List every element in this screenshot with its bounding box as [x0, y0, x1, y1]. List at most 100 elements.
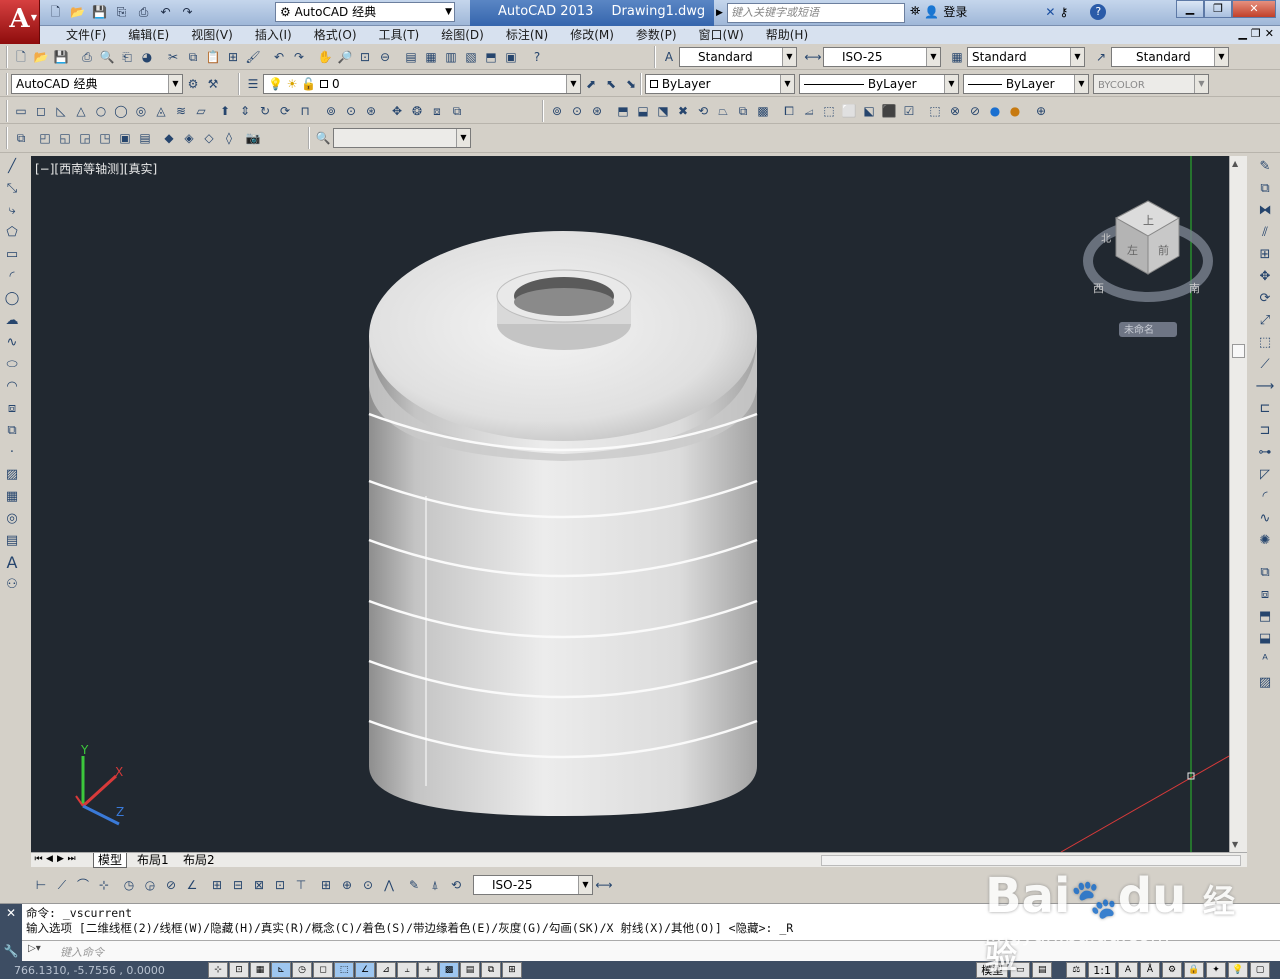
- workspace-settings-icon[interactable]: ⚙: [183, 74, 203, 94]
- 3d-rotate-icon[interactable]: ❂: [407, 101, 427, 121]
- help-icon[interactable]: ?: [527, 47, 547, 67]
- menu-view[interactable]: 视图(V): [180, 26, 244, 44]
- menu-format[interactable]: 格式(O): [303, 26, 368, 44]
- cylinder-icon[interactable]: ◯: [111, 101, 131, 121]
- break-at-point-icon[interactable]: ⊏: [1254, 398, 1276, 420]
- bring-above-icon[interactable]: ⬒: [1254, 606, 1276, 628]
- sheet-set-icon[interactable]: ▧: [461, 47, 481, 67]
- arc-icon[interactable]: ◜: [1, 266, 23, 288]
- check-icon[interactable]: ☑: [899, 101, 919, 121]
- pyramid-icon[interactable]: ◬: [151, 101, 171, 121]
- save-icon[interactable]: 💾: [51, 47, 71, 67]
- intersect-edit-icon[interactable]: ⊛: [587, 101, 607, 121]
- menu-dimension[interactable]: 标注(N): [495, 26, 559, 44]
- auto-scale-icon[interactable]: Å: [1140, 962, 1160, 978]
- open-icon[interactable]: 📂: [31, 47, 51, 67]
- workspace-switch-icon[interactable]: ⚙: [1162, 962, 1182, 978]
- selection-cycling-button[interactable]: ⧉: [481, 962, 501, 978]
- erase-icon[interactable]: ✎: [1254, 156, 1276, 178]
- color-edges-icon[interactable]: ⧡: [799, 101, 819, 121]
- ellipse-icon[interactable]: ⬭: [1, 354, 23, 376]
- clean-icon[interactable]: ⬜: [839, 101, 859, 121]
- redo-icon[interactable]: ↷: [289, 47, 309, 67]
- annotation-scale[interactable]: 1:1: [1088, 962, 1116, 978]
- menu-draw[interactable]: 绘图(D): [430, 26, 495, 44]
- multiline-text-icon[interactable]: A: [1, 552, 23, 574]
- text-style-select[interactable]: Standard ▼: [679, 47, 797, 67]
- transparency-button[interactable]: ▩: [439, 962, 459, 978]
- sw-iso-icon[interactable]: ◆: [159, 128, 179, 148]
- binoculars-icon[interactable]: ⛯: [910, 4, 920, 19]
- region-icon[interactable]: ◎: [1, 508, 23, 530]
- box-icon[interactable]: ◻: [31, 101, 51, 121]
- draw-order-front-icon[interactable]: ⧉: [1254, 562, 1276, 584]
- scrollbar-thumb[interactable]: [1232, 344, 1245, 358]
- 3d-print-icon[interactable]: ◕: [137, 47, 157, 67]
- new-icon[interactable]: 🗋: [11, 47, 31, 67]
- array-icon[interactable]: ⊞: [1254, 244, 1276, 266]
- bottom-view-icon[interactable]: ◱: [55, 128, 75, 148]
- user-icon[interactable]: 👤: [924, 5, 939, 19]
- hatch-icon[interactable]: ▨: [1, 464, 23, 486]
- visual-style-hidden-icon[interactable]: ⊘: [965, 101, 985, 121]
- arc-length-icon[interactable]: ⌒: [73, 875, 93, 895]
- tank-solid[interactable]: [368, 231, 758, 816]
- lock-ui-icon[interactable]: 🔒: [1184, 962, 1204, 978]
- viewcube-top-label[interactable]: 上: [1143, 214, 1154, 227]
- make-block-icon[interactable]: ⧉: [1, 420, 23, 442]
- search-input[interactable]: 键入关键字或短语: [727, 3, 905, 23]
- copy-edges-icon[interactable]: ⧠: [779, 101, 799, 121]
- break-icon[interactable]: ⊐: [1254, 420, 1276, 442]
- union-icon[interactable]: ⊚: [321, 101, 341, 121]
- planar-surface-icon[interactable]: ▱: [191, 101, 211, 121]
- workspace-select[interactable]: ⚙ AutoCAD 经典 ▼: [275, 2, 455, 22]
- viewcube-left-label[interactable]: 左: [1127, 244, 1138, 257]
- color-faces-icon[interactable]: ▩: [753, 101, 773, 121]
- table-style-icon[interactable]: ▦: [947, 47, 967, 67]
- annotation-monitor-button[interactable]: ⊞: [502, 962, 522, 978]
- spline-icon[interactable]: ∿: [1, 332, 23, 354]
- layer-select[interactable]: 💡 ☀ 🔓 0 ▼: [263, 74, 581, 94]
- back-view-icon[interactable]: ▤: [135, 128, 155, 148]
- 3d-move-icon[interactable]: ✥: [387, 101, 407, 121]
- tool-palettes-icon[interactable]: ▥: [441, 47, 461, 67]
- named-view-select[interactable]: ▼: [333, 128, 471, 148]
- presspull-icon[interactable]: ⇕: [235, 101, 255, 121]
- line-icon[interactable]: ╱: [1, 156, 23, 178]
- point-icon[interactable]: ·: [1, 442, 23, 464]
- copy-faces-icon[interactable]: ⧉: [733, 101, 753, 121]
- customize-icon[interactable]: ⚒: [203, 74, 223, 94]
- revolve-icon[interactable]: ⟳: [275, 101, 295, 121]
- polysolid-icon[interactable]: ▭: [11, 101, 31, 121]
- dim-text-edit-icon[interactable]: ⍋: [425, 875, 445, 895]
- offset-faces-icon[interactable]: ⬔: [653, 101, 673, 121]
- object-snap-tracking-button[interactable]: ∠: [355, 962, 375, 978]
- visual-style-2d-icon[interactable]: ⬚: [925, 101, 945, 121]
- allow-dynamic-ucs-button[interactable]: ⊿: [376, 962, 396, 978]
- camera-icon[interactable]: 📷: [243, 128, 263, 148]
- send-under-icon[interactable]: ⬓: [1254, 628, 1276, 650]
- customize-command-icon[interactable]: 🔧: [0, 942, 22, 960]
- tab-layout2[interactable]: 布局2: [179, 853, 219, 868]
- restore-button[interactable]: ❐: [1204, 0, 1232, 18]
- undo-icon[interactable]: ↶: [269, 47, 289, 67]
- menu-file[interactable]: 文件(F): [55, 26, 117, 44]
- center-mark-icon[interactable]: ⊕: [337, 875, 357, 895]
- save-icon[interactable]: 💾: [90, 3, 109, 22]
- dim-space-icon[interactable]: ⊡: [270, 875, 290, 895]
- tab-model[interactable]: 模型: [93, 853, 128, 868]
- insert-block-icon[interactable]: ⧈: [1, 398, 23, 420]
- ellipse-arc-icon[interactable]: ◠: [1, 376, 23, 398]
- hatch-back-icon[interactable]: ▨: [1254, 672, 1276, 694]
- menu-help[interactable]: 帮助(H): [755, 26, 819, 44]
- subtract-edit-icon[interactable]: ⊙: [567, 101, 587, 121]
- scroll-down-icon[interactable]: ▼: [1232, 840, 1238, 849]
- first-tab-icon[interactable]: ⏮: [33, 854, 44, 864]
- close-command-icon[interactable]: ✕: [0, 904, 22, 922]
- dim-break-icon[interactable]: ⊤: [291, 875, 311, 895]
- rotate-icon[interactable]: ⟳: [1254, 288, 1276, 310]
- ne-iso-icon[interactable]: ◇: [199, 128, 219, 148]
- vertical-scrollbar[interactable]: ▲ ▼: [1229, 156, 1247, 852]
- clean-screen-icon[interactable]: ▢: [1250, 962, 1270, 978]
- visual-styles-manager-icon[interactable]: ⊕: [1031, 101, 1051, 121]
